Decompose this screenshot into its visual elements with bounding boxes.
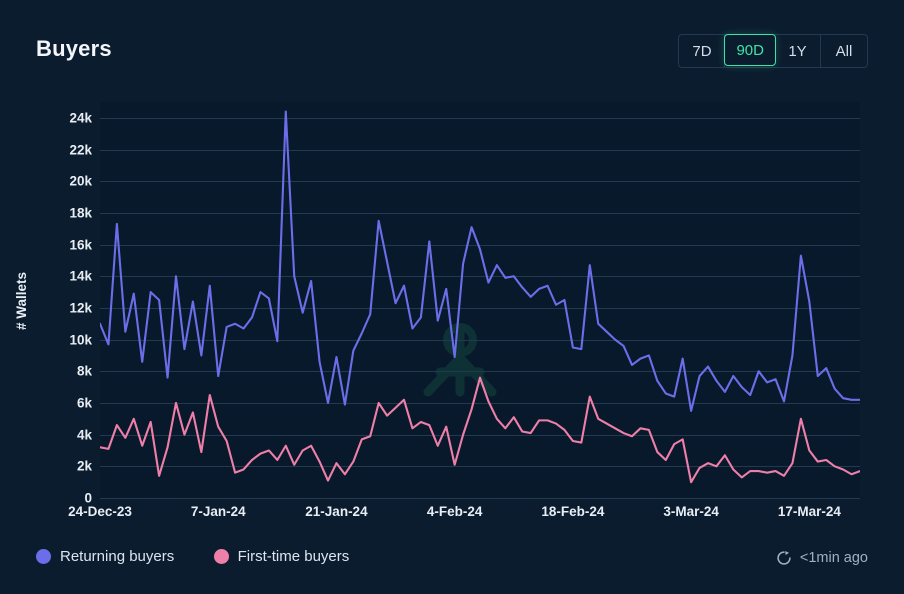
y-tick-label: 16k xyxy=(69,237,92,252)
last-updated: <1min ago xyxy=(776,550,868,566)
y-tick-label: 8k xyxy=(77,364,92,379)
y-tick-label: 2k xyxy=(77,459,92,474)
range-button-7d[interactable]: 7D xyxy=(679,35,725,67)
refresh-clock-icon xyxy=(776,550,792,566)
range-button-1y[interactable]: 1Y xyxy=(775,35,821,67)
y-tick-label: 22k xyxy=(69,142,92,157)
x-tick-label: 3-Mar-24 xyxy=(663,504,719,519)
x-tick-label: 18-Feb-24 xyxy=(541,504,604,519)
legend-label: First-time buyers xyxy=(238,548,350,565)
y-axis-title: # Wallets xyxy=(14,272,29,330)
range-button-all[interactable]: All xyxy=(821,35,867,67)
series-line-first-time-buyers xyxy=(100,378,860,483)
x-axis-labels: 24-Dec-23 7-Jan-24 21-Jan-24 4-Feb-24 18-Feb… xyxy=(0,504,904,532)
y-tick-label: 6k xyxy=(77,395,92,410)
gridline xyxy=(100,498,860,499)
legend-label: Returning buyers xyxy=(60,548,174,565)
range-button-90d[interactable]: 90D xyxy=(724,34,776,66)
x-tick-label: 7-Jan-24 xyxy=(191,504,246,519)
legend-item-returning-buyers[interactable]: Returning buyers xyxy=(36,548,174,565)
x-tick-label: 21-Jan-24 xyxy=(305,504,367,519)
y-tick-label: 14k xyxy=(69,269,92,284)
legend-item-first-time-buyers[interactable]: First-time buyers xyxy=(214,548,350,565)
x-tick-label: 24-Dec-23 xyxy=(68,504,132,519)
y-tick-label: 18k xyxy=(69,205,92,220)
card-header: Buyers 7D90D1YAll xyxy=(0,0,904,92)
y-tick-label: 4k xyxy=(77,427,92,442)
y-tick-label: 24k xyxy=(69,110,92,125)
series-lines xyxy=(100,102,860,498)
buyers-chart-card: Buyers 7D90D1YAll 02k4k6k8k10k12k14k16k1… xyxy=(0,0,904,594)
legend-color-dot xyxy=(214,549,229,564)
page-title: Buyers xyxy=(36,36,112,62)
last-updated-text: <1min ago xyxy=(800,550,868,566)
y-tick-label: 12k xyxy=(69,300,92,315)
time-range-toggle[interactable]: 7D90D1YAll xyxy=(678,34,868,68)
chart-area: 02k4k6k8k10k12k14k16k18k20k22k24k # Wall… xyxy=(0,92,904,512)
chart-legend: <1min ago Returning buyers First-time buy… xyxy=(0,548,904,586)
y-tick-label: 20k xyxy=(69,174,92,189)
series-line-returning-buyers xyxy=(100,112,860,411)
x-tick-label: 4-Feb-24 xyxy=(427,504,483,519)
y-tick-label: 10k xyxy=(69,332,92,347)
x-tick-label: 17-Mar-24 xyxy=(778,504,841,519)
legend-color-dot xyxy=(36,549,51,564)
